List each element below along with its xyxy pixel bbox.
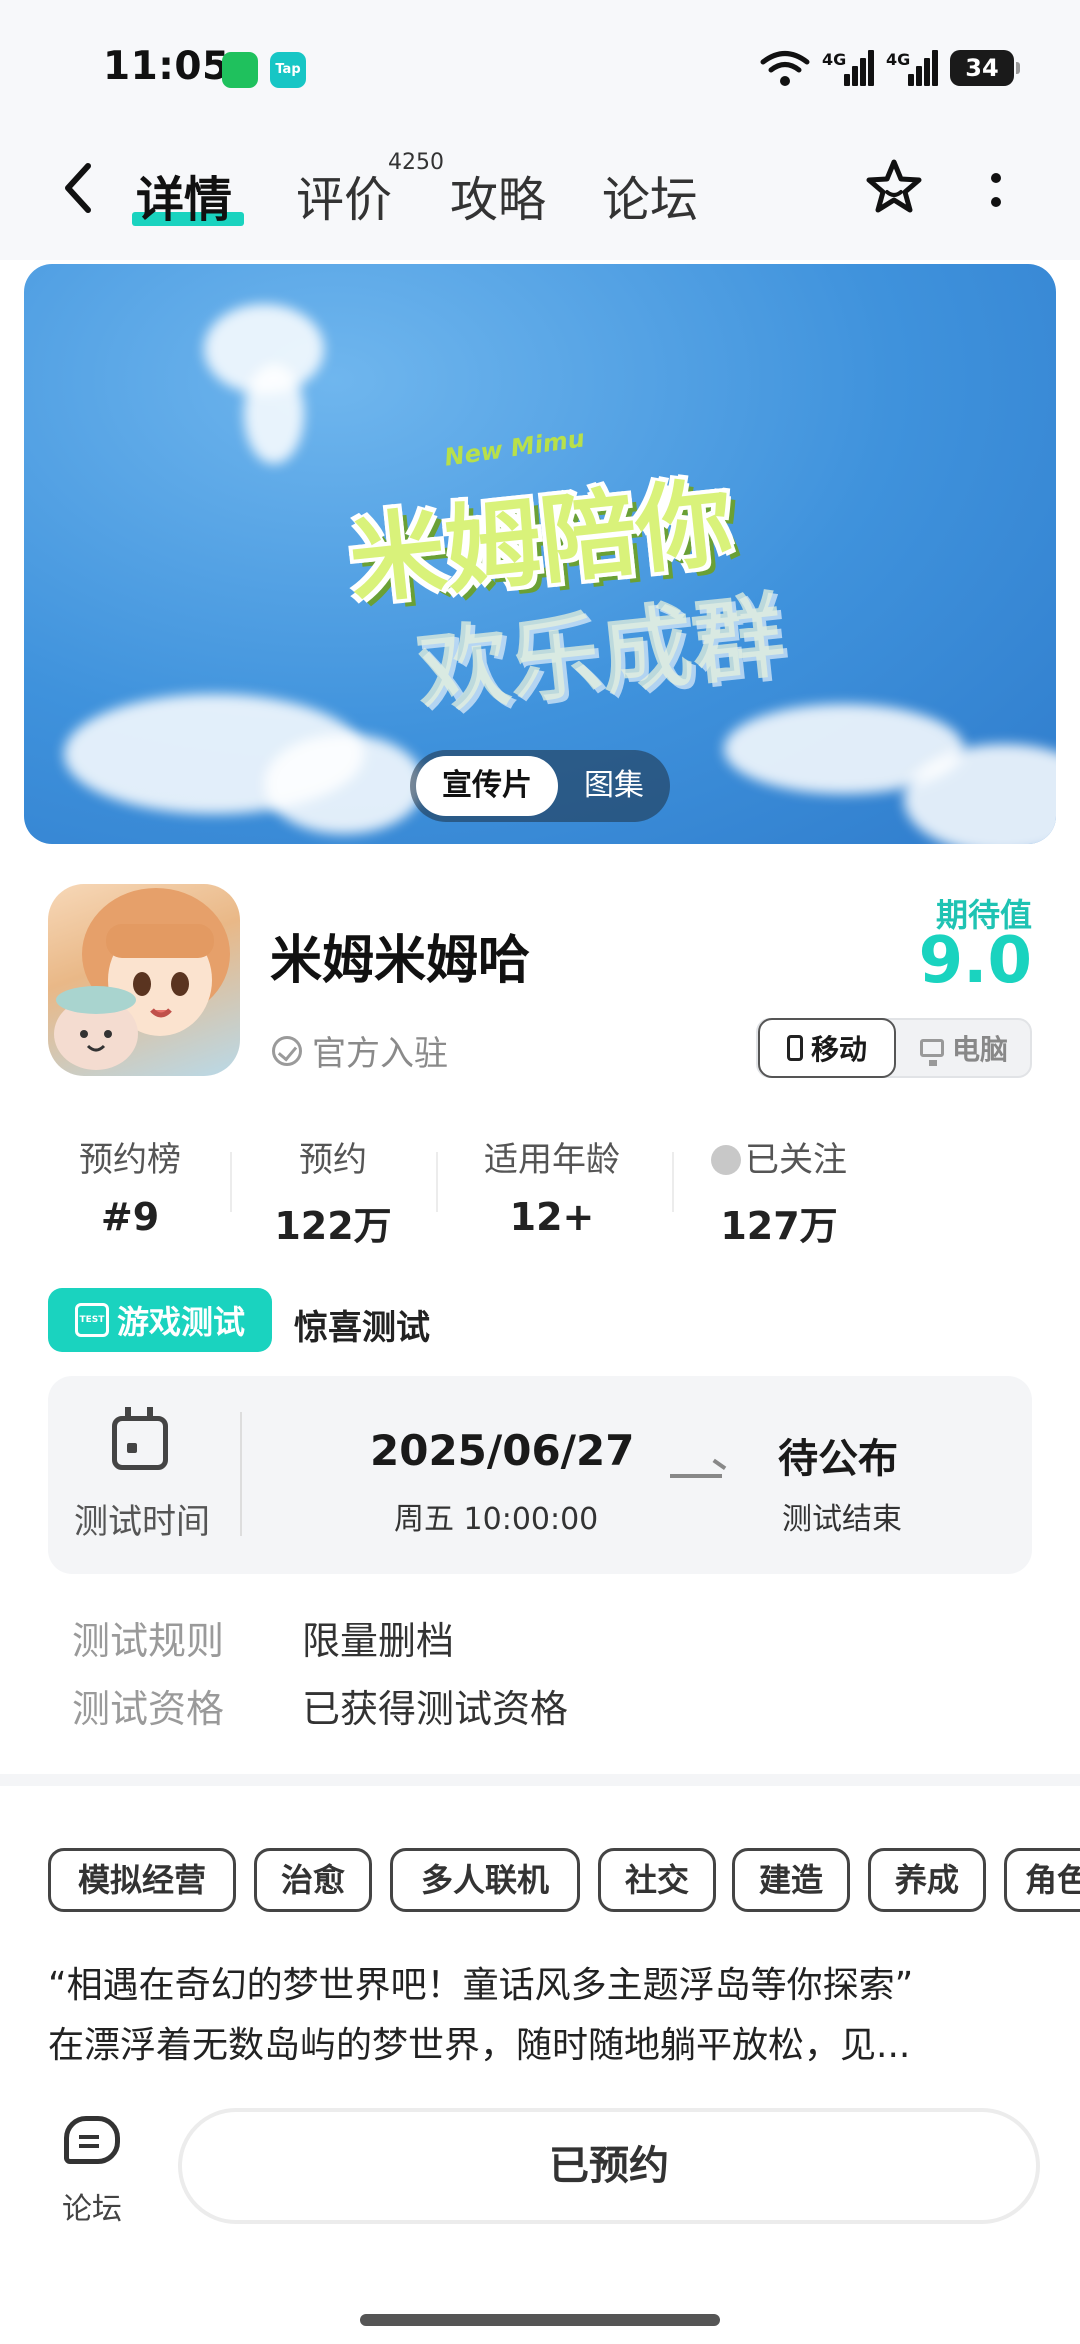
stat-label: 已关注 (745, 1140, 847, 1180)
tag-list: 模拟经营 治愈 多人联机 社交 建造 养成 角色 (48, 1848, 1080, 1914)
verified-check-icon (272, 1035, 302, 1066)
stat-label: 适用年龄 (484, 1140, 620, 1180)
forum-icon[interactable] (64, 2116, 120, 2164)
tab-reviews[interactable]: 评价 (296, 160, 392, 230)
game-title: 米姆米姆哈 (270, 931, 531, 991)
stat-rank[interactable]: 预约榜 #9 (70, 1132, 190, 1239)
arrow-right-icon (670, 1474, 722, 1478)
tab-details[interactable]: 详情 (136, 160, 232, 230)
tag-chip[interactable]: 模拟经营 (48, 1848, 236, 1912)
description-line: “相遇在奇幻的梦世界吧！童话风多主题浮岛等你探索” (48, 1965, 914, 2006)
test-time-label: 测试时间 (74, 1502, 210, 1542)
segment-trailer[interactable]: 宣传片 (416, 756, 558, 816)
segment-gallery[interactable]: 图集 (560, 756, 668, 816)
verified-label: 官方入驻 (312, 1034, 448, 1074)
stat-value: 127万 (720, 1204, 838, 1248)
test-start-date: 2025/06/27 (370, 1426, 635, 1475)
section-separator (0, 1774, 1080, 1786)
tab-forum[interactable]: 论坛 (602, 160, 698, 230)
tag-chip[interactable]: 角色 (1004, 1848, 1080, 1912)
game-icon (48, 884, 240, 1076)
home-indicator[interactable] (360, 2314, 720, 2326)
back-icon[interactable] (58, 158, 102, 218)
divider (672, 1152, 674, 1212)
wechat-icon (222, 52, 258, 88)
platform-switch: 移动 电脑 (756, 1018, 1032, 1078)
tag-chip[interactable]: 养成 (868, 1848, 986, 1912)
reserved-button[interactable]: 已预约 (178, 2108, 1040, 2224)
game-test-label: 游戏测试 (116, 1303, 245, 1341)
stat-age-rating[interactable]: 适用年龄 12+ (472, 1132, 632, 1239)
battery-icon: 34 (950, 50, 1020, 86)
platform-pc[interactable]: 电脑 (896, 1020, 1032, 1076)
divider (240, 1412, 242, 1536)
game-test-tag: TEST 游戏测试 (48, 1288, 272, 1352)
calendar-icon (112, 1407, 168, 1470)
tab-guides[interactable]: 攻略 (450, 160, 546, 230)
signal-icon: 4G (822, 48, 874, 88)
stat-value: 12+ (509, 1195, 595, 1239)
wifi-icon (760, 51, 810, 86)
platform-mobile-label: 移动 (810, 1033, 867, 1066)
expectation-score: 9.0 (918, 924, 1032, 998)
stat-label: 预约榜 (79, 1140, 181, 1180)
stat-label: 预约 (299, 1140, 367, 1180)
tag-chip[interactable]: 多人联机 (390, 1848, 580, 1912)
review-count-badge: 4250 (388, 150, 444, 175)
more-options-icon[interactable] (984, 168, 1008, 216)
media-segment: 宣传片 图集 (410, 750, 670, 822)
status-time: 11:05 (103, 44, 230, 89)
heart-check-icon (711, 1145, 741, 1175)
test-qualification-value: 已获得测试资格 (302, 1687, 569, 1731)
favorite-star-icon[interactable] (862, 156, 926, 220)
stat-value: 122万 (274, 1204, 392, 1248)
phone-icon (786, 1035, 803, 1061)
test-rule-label: 测试规则 (72, 1619, 225, 1663)
test-start-time: 周五 10:00:00 (394, 1502, 599, 1537)
platform-mobile[interactable]: 移动 (758, 1018, 896, 1078)
tag-chip[interactable]: 治愈 (254, 1848, 372, 1912)
status-icons: 4G 4G 34 (760, 46, 1020, 90)
divider (436, 1152, 438, 1212)
tag-chip[interactable]: 建造 (732, 1848, 850, 1912)
divider (230, 1152, 232, 1212)
test-end-value: 待公布 (778, 1436, 898, 1482)
test-type: 惊喜测试 (294, 1308, 430, 1348)
signal-icon: 4G (886, 48, 938, 88)
monitor-icon (919, 1039, 944, 1066)
stat-value: #9 (100, 1195, 160, 1239)
test-rule-value: 限量删档 (302, 1619, 455, 1663)
test-icon: TEST (74, 1303, 109, 1337)
test-qualification-label: 测试资格 (72, 1687, 225, 1731)
taptap-icon: Tap (270, 52, 306, 88)
test-time-card: 测试时间 2025/06/27 周五 10:00:00 待公布 测试结束 (48, 1376, 1032, 1574)
forum-label[interactable]: 论坛 (62, 2184, 122, 2228)
platform-pc-label: 电脑 (951, 1033, 1008, 1066)
stat-following[interactable]: 已关注 127万 (704, 1132, 854, 1250)
stat-reservations: 预约 122万 (270, 1132, 396, 1250)
test-end-label: 测试结束 (782, 1502, 902, 1537)
official-verified: 官方入驻 (272, 1026, 448, 1075)
tag-chip[interactable]: 社交 (598, 1848, 716, 1912)
description-line[interactable]: 在漂浮着无数岛屿的梦世界，随时随地躺平放松，见... (48, 2016, 1038, 2068)
